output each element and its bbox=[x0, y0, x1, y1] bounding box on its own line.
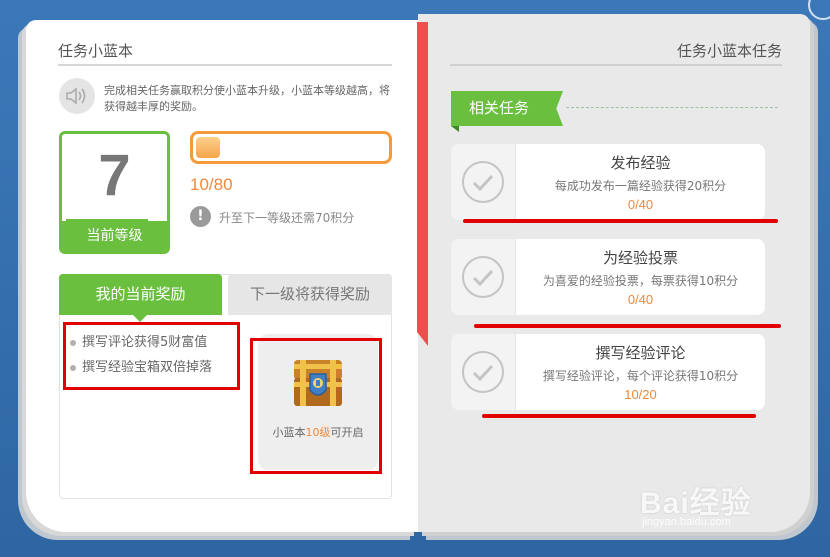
task-desc: 为喜爱的经验投票，每票获得10积分 bbox=[542, 274, 739, 288]
section-ribbon: 相关任务 bbox=[451, 91, 563, 126]
progress-bar bbox=[190, 131, 392, 164]
annotation-underline bbox=[463, 219, 778, 223]
dashed-divider bbox=[566, 107, 778, 108]
task-progress: 0/40 bbox=[627, 292, 654, 307]
task-check-area bbox=[451, 239, 516, 315]
right-page-title: 任务小蓝本任务 bbox=[676, 42, 782, 60]
task-card-vote[interactable]: 为经验投票 为喜爱的经验投票，每票获得10积分 0/40 bbox=[451, 239, 765, 315]
level-number: 7 bbox=[98, 143, 131, 208]
progress-text: 10/80 bbox=[190, 175, 233, 194]
task-check-area bbox=[451, 144, 516, 220]
divider bbox=[58, 64, 392, 66]
level-label: 当前等级 bbox=[62, 221, 167, 251]
watermark: Bai经验 jingyan.baidu.com bbox=[640, 478, 790, 538]
checkmark-icon bbox=[462, 161, 504, 203]
task-check-area bbox=[451, 334, 516, 410]
task-card-comment[interactable]: 撰写经验评论 撰写经验评论，每个评论获得10积分 10/20 bbox=[451, 334, 765, 410]
left-page-title: 任务小蓝本 bbox=[58, 42, 134, 60]
task-card-publish[interactable]: 发布经验 每成功发布一篇经验获得20积分 0/40 bbox=[451, 144, 765, 220]
bookmark-ribbon bbox=[417, 22, 428, 346]
speaker-icon bbox=[59, 78, 95, 114]
task-progress: 0/40 bbox=[627, 197, 654, 212]
task-name: 为经验投票 bbox=[602, 249, 678, 267]
exclamation-icon: ! bbox=[190, 206, 211, 227]
task-progress: 10/20 bbox=[624, 387, 657, 402]
ribbon-fold bbox=[451, 126, 459, 132]
hint-text: 升至下一等级还需70积分 bbox=[219, 211, 355, 225]
divider bbox=[450, 64, 782, 66]
task-desc: 撰写经验评论，每个评论获得10积分 bbox=[542, 369, 739, 383]
intro-text: 完成相关任务赢取积分使小蓝本升级，小蓝本等级越高，将获得越丰厚的奖励。 bbox=[104, 84, 390, 113]
task-desc: 每成功发布一篇经验获得20积分 bbox=[554, 179, 727, 193]
annotation-box bbox=[63, 322, 240, 390]
annotation-underline bbox=[474, 324, 781, 328]
checkmark-icon bbox=[462, 351, 504, 393]
annotation-underline bbox=[482, 414, 756, 418]
level-box: 7 当前等级 bbox=[59, 131, 170, 254]
task-name: 撰写经验评论 bbox=[595, 344, 686, 362]
tab-current-rewards[interactable]: 我的当前奖励 bbox=[59, 274, 222, 322]
tab-next-rewards[interactable]: 下一级将获得奖励 bbox=[228, 274, 392, 315]
progress-fill bbox=[196, 137, 220, 158]
annotation-box bbox=[250, 338, 382, 474]
watermark-url: jingyan.baidu.com bbox=[642, 516, 731, 528]
task-name: 发布经验 bbox=[610, 154, 671, 172]
checkmark-icon bbox=[462, 256, 504, 298]
